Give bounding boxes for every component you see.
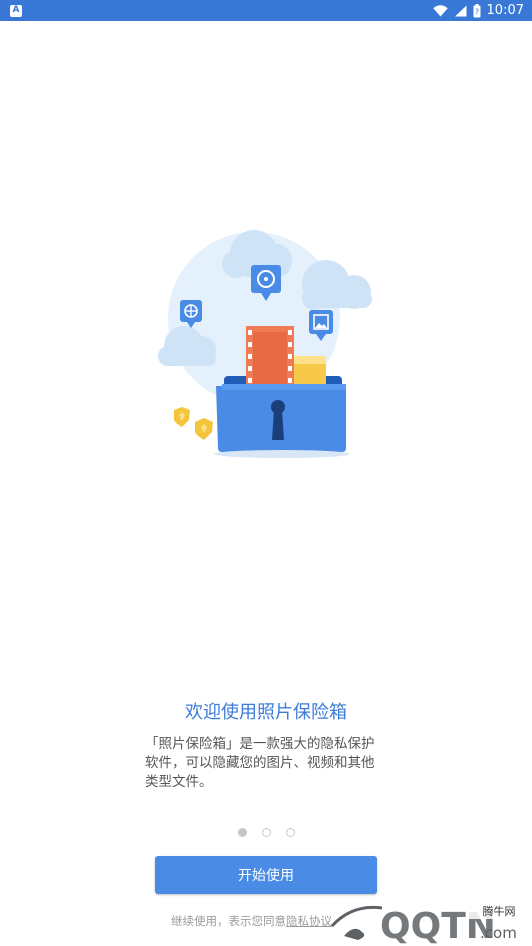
status-bar: A ? 10:07: [0, 0, 532, 21]
locked-folder-illustration: [158, 230, 372, 458]
welcome-description-line: 软件，可以隐藏您的图片、视频和其他: [145, 755, 375, 771]
welcome-description-line: 「照片保险箱」是一款强大的隐私保护: [145, 736, 375, 752]
welcome-description-line: 类型文件。: [145, 774, 213, 790]
welcome-title: 欢迎使用照片保险箱: [185, 702, 347, 723]
battery-icon: ?: [473, 3, 481, 17]
status-bar-right: ? 10:07: [432, 3, 524, 18]
shield-icon: [195, 418, 213, 440]
site-watermark-label: 腾牛网: [468, 903, 530, 919]
shield-icon: [174, 407, 190, 427]
svg-text:?: ?: [474, 7, 478, 16]
page-indicator: [0, 828, 532, 837]
cloud-right-icon: [302, 260, 372, 310]
page-dot[interactable]: [285, 828, 295, 837]
consent-text: 继续使用，表示您同意隐私协议: [171, 913, 332, 929]
wifi-icon: [432, 4, 448, 16]
page-dot[interactable]: [261, 828, 271, 837]
consent-prefix: 继续使用，表示您同意: [171, 914, 286, 928]
start-using-button[interactable]: 开始使用: [155, 856, 377, 894]
watermark-domain-text: .com: [480, 924, 517, 942]
signal-icon: [454, 5, 467, 16]
app-notification-icon: A: [10, 4, 22, 17]
status-bar-left: A: [10, 4, 22, 17]
status-time: 10:07: [486, 3, 524, 18]
page-dot-active[interactable]: [237, 828, 247, 837]
folder-shadow: [214, 450, 350, 458]
welcome-description: 「照片保险箱」是一款强大的隐私保护 软件，可以隐藏您的图片、视频和其他 类型文件…: [145, 735, 390, 792]
